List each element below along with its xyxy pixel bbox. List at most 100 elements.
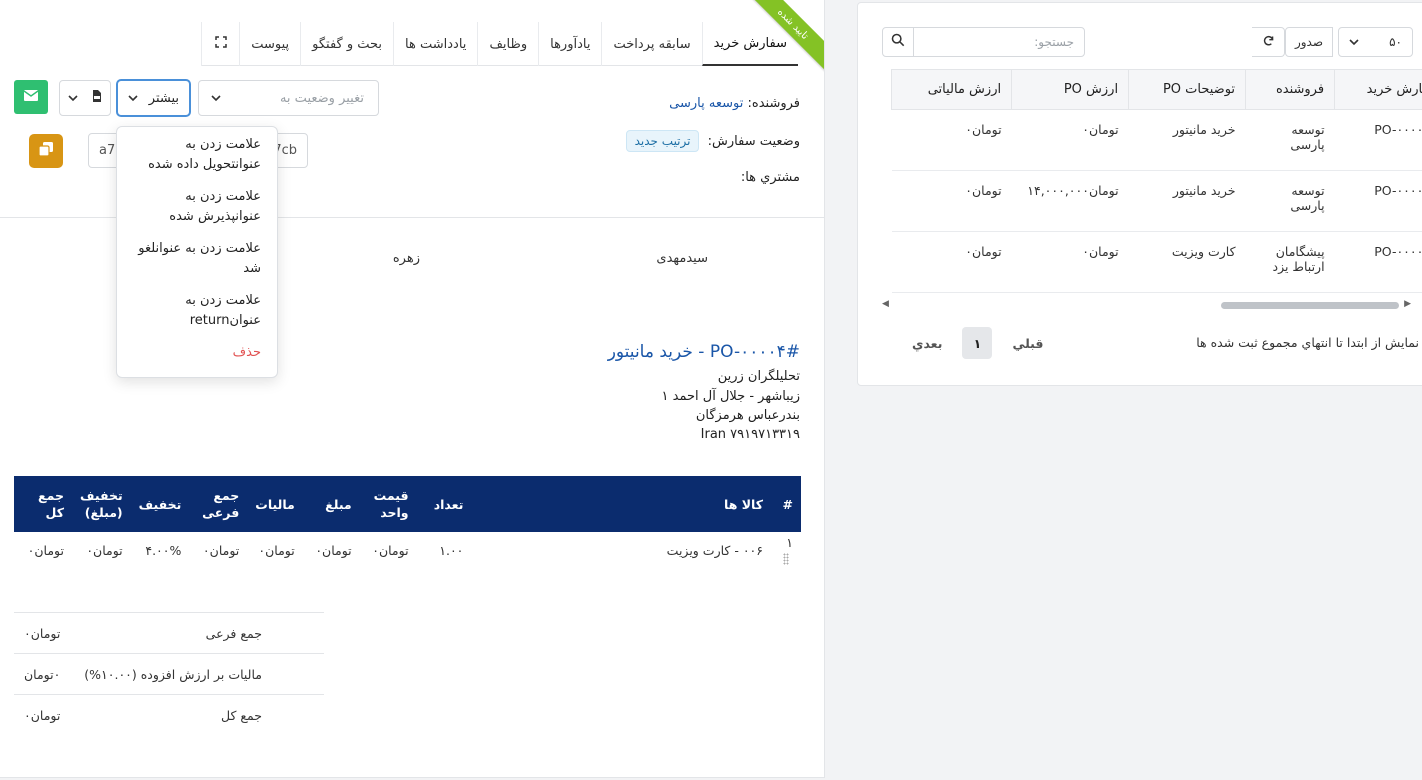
cell-desc: کارت ویزیت: [1128, 231, 1246, 293]
cell-vendor: توسعه پارسی: [1245, 170, 1335, 232]
person-zohreh: زهره: [392, 251, 420, 266]
totals-row-subtotal: جمع فرعی تومان۰: [14, 612, 324, 653]
search-box: [882, 27, 1085, 57]
menu-mark-return[interactable]: علامت زدن به عنوانreturn: [131, 291, 261, 331]
send-email-button[interactable]: [14, 80, 48, 114]
cell-tax: تومان۰: [258, 542, 295, 558]
refresh-icon: [1262, 34, 1275, 51]
chevron-down-icon: [68, 91, 78, 106]
address-line: تحلیلگران زرین: [717, 369, 800, 384]
scroll-left-icon[interactable]: ◀: [882, 299, 889, 309]
list-table-wrap: سفارش خرید فروشنده توضیحات PO ارزش PO ار…: [882, 69, 1422, 299]
copy-icon: [38, 142, 53, 160]
cell-vendor: توسعه پارسی: [1245, 109, 1335, 171]
tab-discussion[interactable]: بحث و گفتگو: [300, 22, 393, 66]
address-line: Iran ۷۹۱۹۷۱۳۳۱۹: [700, 427, 800, 442]
table-row: ۱ ۰۰۶ - کارت ویزیت ۱.۰۰ تومان۰ تومان۰ تو…: [14, 532, 801, 568]
list-controls: ۵۰ صدور: [858, 25, 1422, 57]
cell-vendor: پیشگامان ارتباط یزد: [1245, 231, 1335, 293]
cell-unit-price: تومان۰: [372, 542, 409, 558]
chevron-down-icon: [1349, 35, 1359, 49]
cell-value: تومان۱۴,۰۰۰,۰۰۰: [1011, 170, 1129, 232]
col-items: کالا ها: [471, 476, 771, 532]
totals-row-vat: مالیات بر ارزش افزوده (۱۰.۰۰%) ۰تومان: [14, 653, 324, 694]
tab-notes[interactable]: یادداشت ها: [393, 22, 477, 66]
search-input[interactable]: [914, 28, 1084, 56]
pdf-button[interactable]: [59, 80, 111, 116]
table-row[interactable]: PO-۰۰۰۰۲# توسعه پارسی خرید مانیتور تومان…: [891, 170, 1422, 232]
menu-mark-cancelled[interactable]: علامت زدن به عنوانلغو شد: [131, 239, 261, 279]
list-footer: نمایش از ابتدا تا انتهاي مجموع ثبت شده ه…: [858, 327, 1422, 359]
menu-mark-accepted[interactable]: علامت زدن به عنوانپذیرش شده: [131, 187, 261, 227]
chevron-down-icon: [211, 91, 221, 106]
horizontal-scrollbar[interactable]: ▶ ◀: [882, 299, 1411, 311]
tab-reminders[interactable]: یادآورها: [538, 22, 601, 66]
totals-value: تومان۰: [24, 707, 61, 723]
scroll-right-icon[interactable]: ▶: [1404, 299, 1411, 309]
export-button[interactable]: صدور: [1285, 27, 1333, 57]
col-subtotal: جمع فرعی: [189, 476, 248, 532]
menu-mark-delivered[interactable]: علامت زدن به عنوانتحویل داده شده: [131, 135, 261, 175]
page-size-select[interactable]: ۵۰: [1338, 27, 1413, 57]
records-info: نمایش از ابتدا تا انتهاي مجموع ثبت شده ه…: [1196, 335, 1419, 350]
tab-payment-history[interactable]: سابقه پرداخت: [601, 22, 701, 66]
totals-value: ۰تومان: [24, 666, 61, 682]
prev-page-button[interactable]: قبلي: [1000, 327, 1055, 359]
envelope-icon: [23, 89, 39, 105]
cell-desc: خرید مانیتور: [1128, 170, 1246, 232]
more-actions-button[interactable]: بیشتر: [116, 79, 191, 117]
col-po[interactable]: سفارش خرید: [1334, 69, 1422, 110]
cell-item-name: ۰۰۶ - کارت ویزیت: [666, 542, 763, 558]
address-line: زیباشهر - جلال آل احمد ۱: [661, 389, 800, 404]
copy-link-button[interactable]: [29, 134, 63, 168]
page-size-value: ۵۰: [1389, 35, 1402, 49]
pdf-icon: [92, 90, 102, 106]
col-total: جمع کل: [14, 476, 72, 532]
vendor-row: فروشنده: توسعه پارسی: [669, 96, 800, 111]
tab-purchase-order[interactable]: سفارش خرید: [701, 22, 798, 66]
tab-tasks[interactable]: وظایف: [477, 22, 538, 66]
drag-handle-icon[interactable]: [783, 552, 789, 565]
table-row[interactable]: PO-۰۰۰۰۴# توسعه پارسی خرید مانیتور تومان…: [891, 109, 1422, 171]
page-1-button[interactable]: ۱: [962, 327, 993, 359]
status-label: وضعیت سفارش:: [707, 134, 800, 149]
cell-po[interactable]: PO-۰۰۰۰۴#: [1334, 109, 1422, 171]
cell-po[interactable]: PO-۰۰۰۰۳#: [1334, 231, 1422, 293]
status-row: وضعیت سفارش: ترتیب جدید: [625, 130, 800, 152]
purchase-order-detail: تایید شده سفارش خرید سابقه پرداخت یادآور…: [0, 0, 825, 778]
col-value[interactable]: ارزش PO: [1011, 69, 1130, 110]
table-row[interactable]: PO-۰۰۰۰۳# پیشگامان ارتباط یزد کارت ویزیت…: [891, 231, 1422, 293]
col-qty: تعداد: [416, 476, 472, 532]
change-status-select[interactable]: تغییر وضعیت به: [198, 80, 379, 116]
chevron-down-icon: [128, 91, 138, 106]
col-discount-amount: تخفیف (مبلغ): [71, 476, 131, 532]
vendor-link[interactable]: توسعه پارسی: [669, 96, 743, 111]
cell-po[interactable]: PO-۰۰۰۰۲#: [1334, 170, 1422, 232]
scrollbar-thumb[interactable]: [1221, 302, 1399, 309]
cell-subtotal: تومان۰: [202, 542, 240, 558]
refresh-button[interactable]: [1252, 27, 1285, 57]
search-button[interactable]: [883, 28, 914, 56]
totals-value: تومان۰: [24, 625, 61, 641]
pagination: قبلي ۱ بعدي: [900, 327, 1055, 359]
next-page-button[interactable]: بعدي: [900, 327, 954, 359]
col-unit-price: قیمت واحد: [359, 476, 417, 532]
cell-total: تومان۰: [27, 542, 64, 558]
totals-label: مالیات بر ارزش افزوده (۱۰.۰۰%): [84, 666, 262, 682]
cell-tax: تومان۰: [891, 170, 1012, 232]
col-discount: تخفیف: [130, 476, 190, 532]
cell-value: تومان۰: [1011, 231, 1129, 293]
menu-delete[interactable]: حذف: [131, 343, 261, 363]
col-amount: مبلغ: [302, 476, 360, 532]
col-desc[interactable]: توضیحات PO: [1128, 69, 1247, 110]
cell-tax: تومان۰: [891, 231, 1012, 293]
search-icon: [891, 33, 905, 51]
cell-discount: ۴.۰۰%: [145, 542, 182, 558]
tab-attachments[interactable]: پیوست: [239, 22, 300, 66]
change-status-placeholder: تغییر وضعیت به: [279, 90, 364, 106]
totals-label: جمع فرعی: [205, 625, 262, 641]
col-tax[interactable]: ارزش مالیاتی: [890, 69, 1013, 110]
col-vendor[interactable]: فروشنده: [1245, 69, 1336, 110]
fullscreen-button[interactable]: [201, 22, 239, 66]
cell-desc: خرید مانیتور: [1128, 109, 1246, 171]
